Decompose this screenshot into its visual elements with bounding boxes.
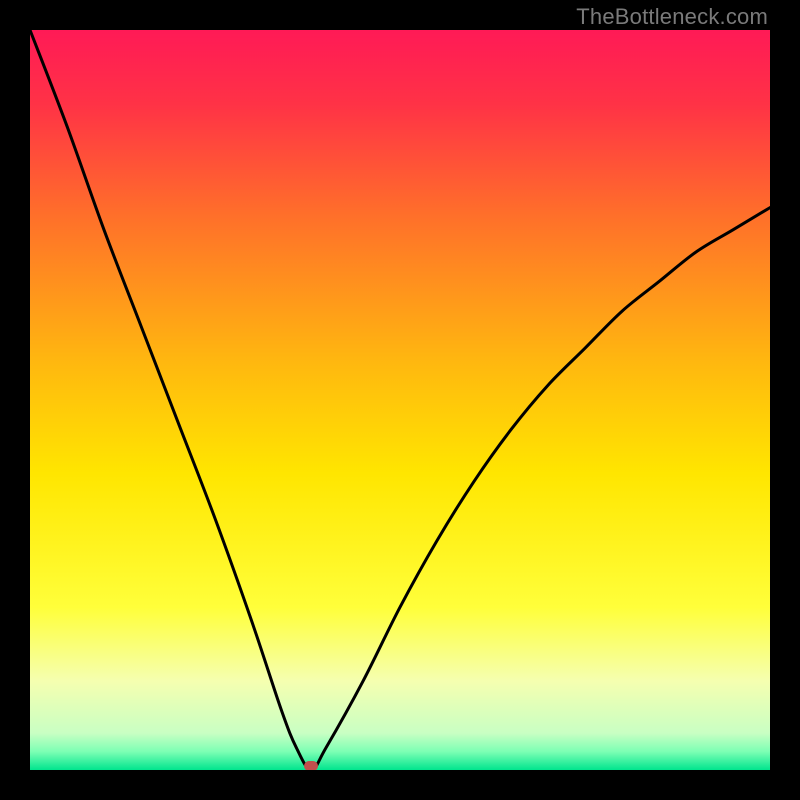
plot-area — [30, 30, 770, 770]
bottleneck-curve — [30, 30, 770, 770]
watermark-text: TheBottleneck.com — [576, 4, 768, 30]
curve-layer — [30, 30, 770, 770]
optimal-point-marker — [304, 761, 318, 770]
chart-frame: TheBottleneck.com — [0, 0, 800, 800]
